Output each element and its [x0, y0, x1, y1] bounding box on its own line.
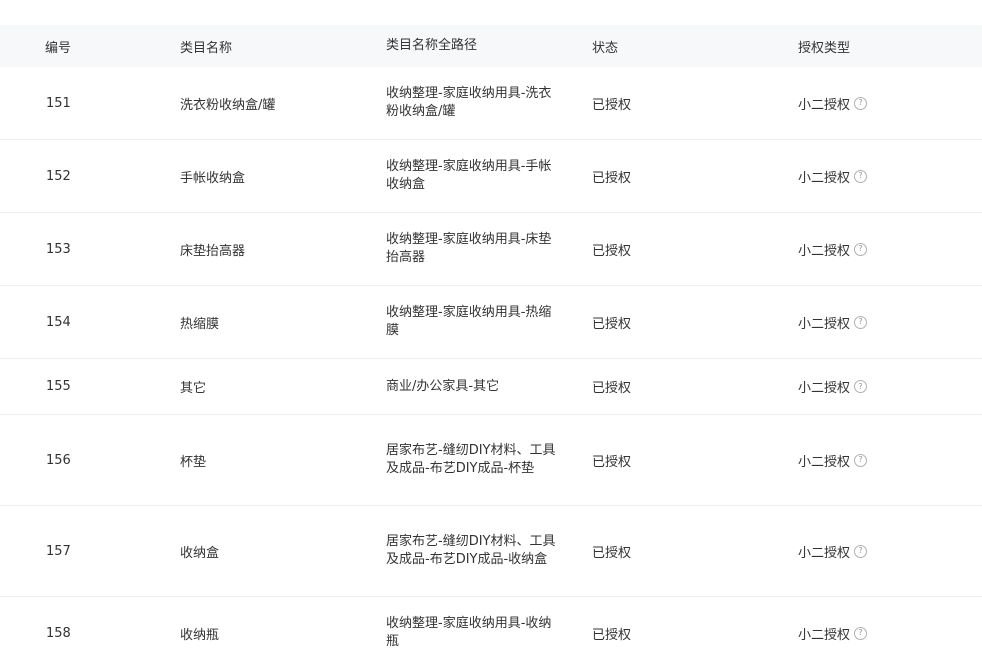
row-type: 小二授权 ? — [798, 313, 982, 332]
table-row: 158 收纳瓶 收纳整理-家庭收纳用具-收纳瓶 已授权 小二授权 ? — [0, 597, 982, 669]
help-circle-icon[interactable]: ? — [854, 96, 868, 110]
row-type: 小二授权 ? — [798, 542, 982, 561]
row-path: 收纳整理-家庭收纳用具-收纳瓶 — [386, 616, 552, 649]
help-circle-icon[interactable]: ? — [854, 380, 868, 393]
table-row: 155 其它 商业/办公家具-其它 已授权 小二授权 ? — [0, 359, 982, 415]
row-type: 小二授权 ? — [798, 451, 982, 470]
auth-type-label: 小二授权 — [798, 243, 851, 259]
row-path: 居家布艺-缝纫DIY材料、工具及成品-布艺DIY成品-收纳盒 — [386, 534, 556, 567]
help-circle-icon[interactable]: ? — [854, 544, 868, 558]
auth-type-label: 小二授权 — [798, 170, 851, 186]
row-name: 床垫抬高器 — [180, 243, 246, 259]
row-status: 已授权 — [592, 381, 632, 396]
row-status: 已授权 — [592, 97, 632, 113]
help-circle-icon[interactable]: ? — [854, 315, 868, 329]
row-id: 155 — [46, 379, 71, 394]
row-status: 已授权 — [592, 170, 632, 186]
header-status: 状态 — [592, 40, 619, 56]
row-type: 小二授权 ? — [798, 624, 982, 643]
row-type: 小二授权 ? — [798, 167, 982, 186]
header-path: 类目名称全路径 — [386, 38, 478, 53]
row-path: 收纳整理-家庭收纳用具-洗衣粉收纳盒/罐 — [386, 86, 552, 119]
row-id: 158 — [46, 625, 71, 641]
row-id: 157 — [46, 543, 71, 559]
row-type: 小二授权 ? — [798, 377, 982, 396]
row-name: 手帐收纳盒 — [180, 170, 246, 186]
auth-type-label: 小二授权 — [798, 545, 851, 561]
row-path: 收纳整理-家庭收纳用具-热缩膜 — [386, 305, 552, 338]
row-path: 商业/办公家具-其它 — [386, 378, 500, 394]
help-circle-icon[interactable]: ? — [854, 453, 868, 467]
help-circle-icon[interactable]: ? — [854, 169, 868, 183]
row-status: 已授权 — [592, 243, 632, 259]
row-path: 收纳整理-家庭收纳用具-手帐收纳盒 — [386, 159, 552, 192]
row-name: 其它 — [180, 381, 207, 396]
row-status: 已授权 — [592, 316, 632, 332]
table-row: 152 手帐收纳盒 收纳整理-家庭收纳用具-手帐收纳盒 已授权 小二授权 ? — [0, 140, 982, 213]
table-row: 151 洗衣粉收纳盒/罐 收纳整理-家庭收纳用具-洗衣粉收纳盒/罐 已授权 小二… — [0, 67, 982, 140]
category-table: 编号 类目名称 类目名称全路径 状态 授权类型 151 洗衣粉收纳盒/罐 收纳整… — [0, 25, 982, 669]
header-id: 编号 — [45, 40, 72, 56]
header-type: 授权类型 — [798, 40, 851, 56]
help-circle-icon[interactable]: ? — [854, 626, 868, 640]
row-path: 收纳整理-家庭收纳用具-床垫抬高器 — [386, 232, 552, 265]
row-name: 收纳盒 — [180, 545, 220, 561]
row-type: 小二授权 ? — [798, 240, 982, 259]
table-header: 编号 类目名称 类目名称全路径 状态 授权类型 — [0, 25, 982, 67]
table-row: 153 床垫抬高器 收纳整理-家庭收纳用具-床垫抬高器 已授权 小二授权 ? — [0, 213, 982, 286]
table-row: 157 收纳盒 居家布艺-缝纫DIY材料、工具及成品-布艺DIY成品-收纳盒 已… — [0, 506, 982, 597]
row-name: 杯垫 — [180, 454, 207, 470]
row-status: 已授权 — [592, 545, 632, 561]
row-status: 已授权 — [592, 627, 632, 643]
table-row: 154 热缩膜 收纳整理-家庭收纳用具-热缩膜 已授权 小二授权 ? — [0, 286, 982, 359]
row-type: 小二授权 ? — [798, 94, 982, 113]
row-name: 热缩膜 — [180, 316, 220, 332]
header-name: 类目名称 — [180, 40, 233, 56]
table-row: 156 杯垫 居家布艺-缝纫DIY材料、工具及成品-布艺DIY成品-杯垫 已授权… — [0, 415, 982, 506]
row-id: 156 — [46, 452, 71, 468]
row-id: 153 — [46, 241, 71, 257]
auth-type-label: 小二授权 — [798, 627, 851, 643]
auth-type-label: 小二授权 — [798, 381, 851, 396]
row-id: 152 — [46, 168, 71, 184]
row-status: 已授权 — [592, 454, 632, 470]
row-name: 洗衣粉收纳盒/罐 — [180, 97, 276, 113]
row-id: 154 — [46, 314, 71, 330]
auth-type-label: 小二授权 — [798, 454, 851, 470]
auth-type-label: 小二授权 — [798, 97, 851, 113]
help-circle-icon[interactable]: ? — [854, 242, 868, 256]
row-id: 151 — [46, 95, 71, 111]
row-path: 居家布艺-缝纫DIY材料、工具及成品-布艺DIY成品-杯垫 — [386, 443, 556, 476]
row-name: 收纳瓶 — [180, 627, 220, 643]
auth-type-label: 小二授权 — [798, 316, 851, 332]
